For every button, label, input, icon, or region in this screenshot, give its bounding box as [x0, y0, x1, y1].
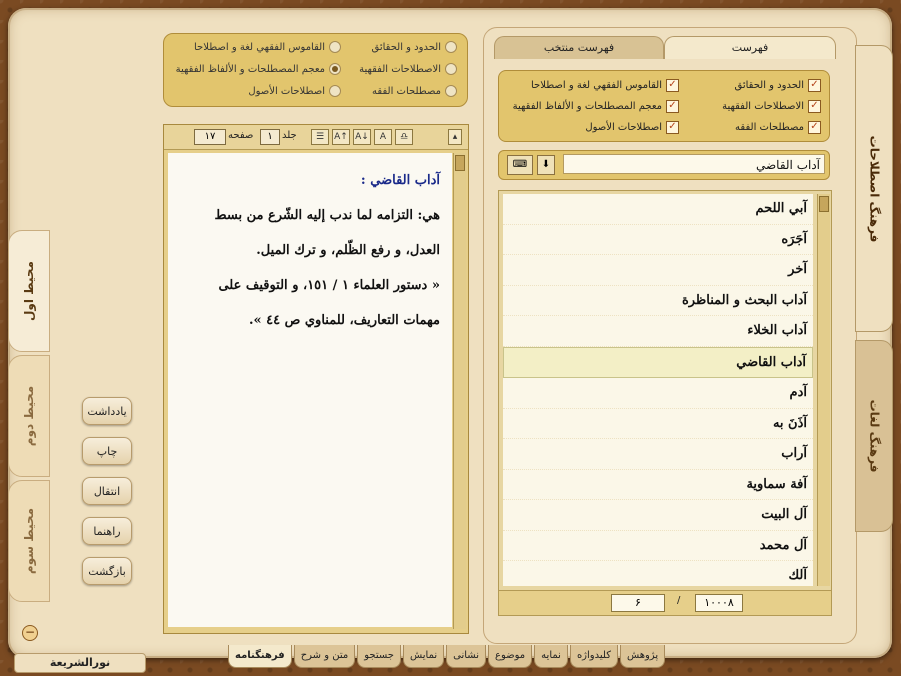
- checkbox-checked-icon: ✓: [808, 100, 821, 113]
- scroll-thumb[interactable]: [819, 196, 829, 212]
- index-panel: فهرست فهرست منتخب ✓ الحدود و الحقائق ✓ الا…: [483, 27, 857, 644]
- checkbox-option[interactable]: ✓ الاصطلاحات الفقهیة: [722, 100, 821, 113]
- tab-text-commentary[interactable]: متن و شرح: [293, 645, 356, 668]
- tab-terminology-dictionary[interactable]: فرهنگ اصطلاحات: [855, 45, 893, 332]
- search-bar: ⌨ ⬇ آداب القاضي: [498, 150, 830, 180]
- scroll-thumb[interactable]: [455, 155, 465, 171]
- minimize-button[interactable]: −: [22, 625, 38, 641]
- definition-reference: « دستور العلماء ١ / ١٥١، و التوقيف على م…: [218, 278, 440, 328]
- list-view-icon[interactable]: ☰: [311, 129, 329, 145]
- tab-display[interactable]: نمایش: [402, 645, 445, 668]
- checkbox-option[interactable]: ✓ مصطلحات الفقه: [735, 121, 821, 134]
- definition-title: آداب القاضي :: [360, 173, 440, 188]
- left-tabs: محیط اول محیط دوم محیط سوم: [8, 230, 50, 620]
- find-icon[interactable]: A: [374, 129, 392, 145]
- search-input[interactable]: آداب القاضي: [563, 154, 825, 174]
- radio-option[interactable]: الاصطلاحات الفقهیة: [359, 63, 457, 75]
- transfer-button[interactable]: انتقال: [82, 477, 132, 505]
- list-item[interactable]: آداب البحث و المناظرة: [503, 286, 813, 316]
- volume-label: جلد: [282, 130, 297, 141]
- tab-keywords[interactable]: کلیدواژه: [569, 645, 618, 668]
- font-increase-icon[interactable]: A↑: [332, 129, 350, 145]
- tab-index-view[interactable]: نمایه: [534, 645, 568, 668]
- app-name-label: نورالشريعة: [14, 653, 146, 673]
- list-item[interactable]: آل محمد: [503, 531, 813, 561]
- checkbox-checked-icon: ✓: [808, 79, 821, 92]
- help-button[interactable]: راهنما: [82, 517, 132, 545]
- checkbox-checked-icon: ✓: [666, 121, 679, 134]
- term-list[interactable]: آبي اللحم آجَرَه آخر آداب البحث و المناظ…: [503, 194, 813, 586]
- list-item[interactable]: آجَرَه: [503, 225, 813, 255]
- radio-icon: [445, 63, 457, 75]
- pager: ۱۰۰۰۸ / ۶: [498, 590, 832, 616]
- page-number-field[interactable]: ۱۷: [194, 129, 226, 145]
- tab-environment-3[interactable]: محیط سوم: [8, 480, 50, 602]
- list-item-selected[interactable]: آداب القاضي: [503, 346, 813, 378]
- checkbox-checked-icon: ✓: [666, 100, 679, 113]
- source-radio-group: الحدود و الحقائق الاصطلاحات الفقهیة مصطل…: [163, 33, 468, 107]
- pager-separator: /: [677, 595, 681, 606]
- list-item[interactable]: آراب: [503, 439, 813, 470]
- source-checkbox-group: ✓ الحدود و الحقائق ✓ الاصطلاحات الفقهیة ✓ م…: [498, 70, 830, 142]
- tab-lexicon[interactable]: فرهنگ لغات: [855, 340, 893, 532]
- toolbar-scroll-icon[interactable]: ▴: [448, 129, 462, 145]
- arrow-down-icon[interactable]: ⬇: [537, 155, 555, 175]
- volume-number-field[interactable]: ۱: [260, 129, 280, 145]
- list-item[interactable]: آلك: [503, 561, 813, 586]
- definition-toolbar: ۱۷ صفحه ۱ جلد ☰ A↑ A↓ A ♎ ▴: [164, 125, 468, 150]
- definition-scrollbar[interactable]: [453, 153, 466, 629]
- radio-option[interactable]: القاموس الفقهي لغة و اصطلاحا: [194, 41, 341, 53]
- checkbox-option[interactable]: ✓ اصطلاحات الأصول: [585, 121, 679, 134]
- tab-address[interactable]: نشانی: [446, 645, 487, 668]
- checkbox-option[interactable]: ✓ الحدود و الحقائق: [734, 79, 821, 92]
- radio-icon: [329, 41, 341, 53]
- definition-text: آداب القاضي : هي: التزامه لما ندب إليه ا…: [168, 153, 452, 627]
- side-buttons: یادداشت چاپ انتقال راهنما بازگشت: [82, 397, 134, 597]
- tab-selected-index[interactable]: فهرست منتخب: [494, 36, 664, 59]
- radio-option[interactable]: اصطلاحات الأصول: [248, 85, 341, 97]
- tab-subject[interactable]: موضوع: [488, 645, 533, 668]
- list-item[interactable]: آداب الخلاء: [503, 316, 813, 347]
- term-list-scrollbar[interactable]: [817, 194, 830, 586]
- tab-environment-2[interactable]: محیط دوم: [8, 355, 50, 477]
- radio-icon: [445, 41, 457, 53]
- list-item[interactable]: آل البيت: [503, 500, 813, 531]
- radio-icon: [445, 85, 457, 97]
- binoculars-icon[interactable]: ♎: [395, 129, 413, 145]
- checkbox-checked-icon: ✓: [808, 121, 821, 134]
- definition-panel: ۱۷ صفحه ۱ جلد ☰ A↑ A↓ A ♎ ▴ آداب القاضي …: [163, 124, 469, 634]
- pager-current-input[interactable]: ۶: [611, 594, 665, 612]
- keyboard-icon[interactable]: ⌨: [507, 155, 533, 175]
- bottom-tabs: فرهنگنامه متن و شرح جستجو نمایش نشانی مو…: [228, 645, 666, 669]
- checkbox-option[interactable]: ✓ القاموس الفقهي لغة و اصطلاحا: [531, 79, 679, 92]
- radio-option[interactable]: الحدود و الحقائق: [371, 41, 457, 53]
- back-button[interactable]: بازگشت: [82, 557, 132, 585]
- term-list-container: آبي اللحم آجَرَه آخر آداب البحث و المناظ…: [498, 190, 832, 592]
- radio-option-selected[interactable]: معجم المصطلحات و الألفاظ الفقهیة: [176, 63, 341, 75]
- list-item[interactable]: آذَنَ به: [503, 409, 813, 439]
- radio-option[interactable]: مصطلحات الفقه: [372, 85, 457, 97]
- list-item[interactable]: آدم: [503, 378, 813, 409]
- font-decrease-icon[interactable]: A↓: [353, 129, 371, 145]
- definition-body: هي: التزامه لما ندب إليه الشّرع من بسط ا…: [214, 208, 440, 258]
- radio-selected-icon: [329, 63, 341, 75]
- tab-dictionary[interactable]: فرهنگنامه: [228, 645, 292, 668]
- tab-environment-1[interactable]: محیط اول: [8, 230, 50, 352]
- radio-icon: [329, 85, 341, 97]
- checkbox-checked-icon: ✓: [666, 79, 679, 92]
- list-item[interactable]: آفة سماوية: [503, 470, 813, 500]
- tab-index[interactable]: فهرست: [664, 36, 836, 59]
- list-item[interactable]: آبي اللحم: [503, 194, 813, 225]
- tab-research[interactable]: پژوهش: [619, 645, 666, 668]
- notes-button[interactable]: یادداشت: [82, 397, 132, 425]
- tab-search[interactable]: جستجو: [357, 645, 401, 668]
- page-label: صفحه: [228, 130, 254, 141]
- print-button[interactable]: چاپ: [82, 437, 132, 465]
- pager-total: ۱۰۰۰۸: [695, 594, 743, 612]
- checkbox-option[interactable]: ✓ معجم المصطلحات و الألفاظ الفقهیة: [513, 100, 679, 113]
- list-item[interactable]: آخر: [503, 255, 813, 286]
